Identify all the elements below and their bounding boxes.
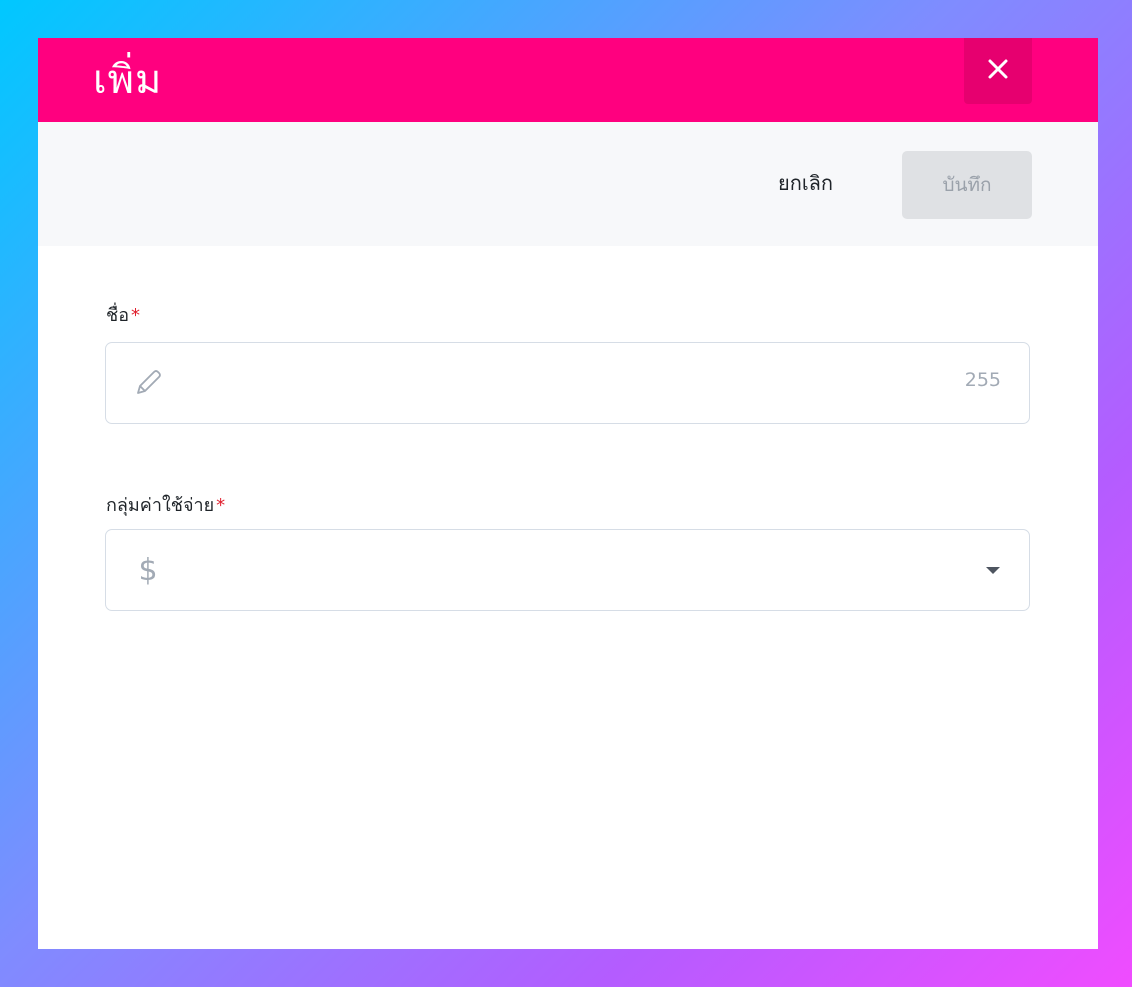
expense-group-select[interactable]: $: [105, 529, 1030, 611]
caret-down-icon[interactable]: [986, 567, 1000, 574]
name-label-text: ชื่อ: [106, 305, 130, 326]
save-button[interactable]: บันทึก: [902, 151, 1032, 219]
required-asterisk: *: [131, 305, 141, 326]
cancel-button[interactable]: ยกเลิก: [778, 168, 833, 198]
dialog-header: เพิ่ม: [38, 38, 1098, 122]
expense-group-field-label: กลุ่มค่าใช้จ่าย *: [106, 490, 225, 519]
required-asterisk: *: [216, 495, 226, 516]
expense-group-label-text: กลุ่มค่าใช้จ่าย: [106, 495, 215, 516]
pencil-icon: [130, 365, 166, 401]
dialog-toolbar: ยกเลิก บันทึก: [38, 122, 1098, 246]
dollar-icon: $: [130, 552, 166, 588]
dialog-title: เพิ่ม: [93, 57, 163, 103]
name-field-label: ชื่อ *: [106, 300, 140, 329]
name-input[interactable]: 255: [105, 342, 1030, 424]
add-dialog: เพิ่ม ยกเลิก บันทึก ชื่อ * 255 กลุ่มค่าใช…: [38, 38, 1098, 949]
close-icon: [987, 58, 1009, 84]
close-button[interactable]: [964, 38, 1032, 104]
character-limit-counter: 255: [964, 369, 1001, 391]
dollar-glyph: $: [138, 552, 158, 588]
